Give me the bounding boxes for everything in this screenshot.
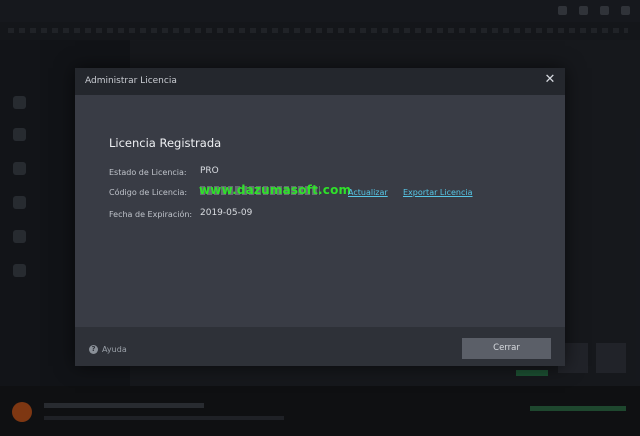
expiry-value: 2019-05-09 xyxy=(200,208,253,218)
license-heading: Licencia Registrada xyxy=(109,136,222,150)
help-link[interactable]: ? Ayuda xyxy=(89,345,127,354)
expiry-label: Fecha de Expiración: xyxy=(109,210,193,219)
license-dialog: Administrar Licencia ✕ Licencia Registra… xyxy=(75,68,565,366)
update-license-link[interactable]: Actualizar xyxy=(348,188,388,197)
code-label: Código de Licencia: xyxy=(109,188,188,197)
export-license-link[interactable]: Exportar Licencia xyxy=(403,188,473,197)
close-icon: ✕ xyxy=(544,72,556,87)
dialog-header: Administrar Licencia ✕ xyxy=(75,68,565,95)
watermark-text: www.dazumasoft.com xyxy=(199,183,352,197)
help-label: Ayuda xyxy=(102,345,127,354)
status-value: PRO xyxy=(200,166,219,176)
status-label: Estado de Licencia: xyxy=(109,168,187,177)
dialog-close-button[interactable]: ✕ xyxy=(541,71,559,89)
dialog-title: Administrar Licencia xyxy=(85,76,177,86)
close-button[interactable]: Cerrar xyxy=(462,338,551,359)
help-icon: ? xyxy=(89,345,98,354)
